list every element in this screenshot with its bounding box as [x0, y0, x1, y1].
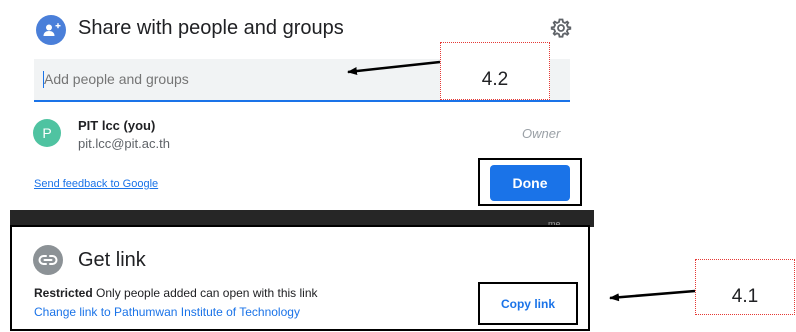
annotation-arrows: [347, 60, 696, 302]
arrow-left-icon: [347, 60, 441, 76]
arrow-left-icon: [609, 289, 696, 302]
